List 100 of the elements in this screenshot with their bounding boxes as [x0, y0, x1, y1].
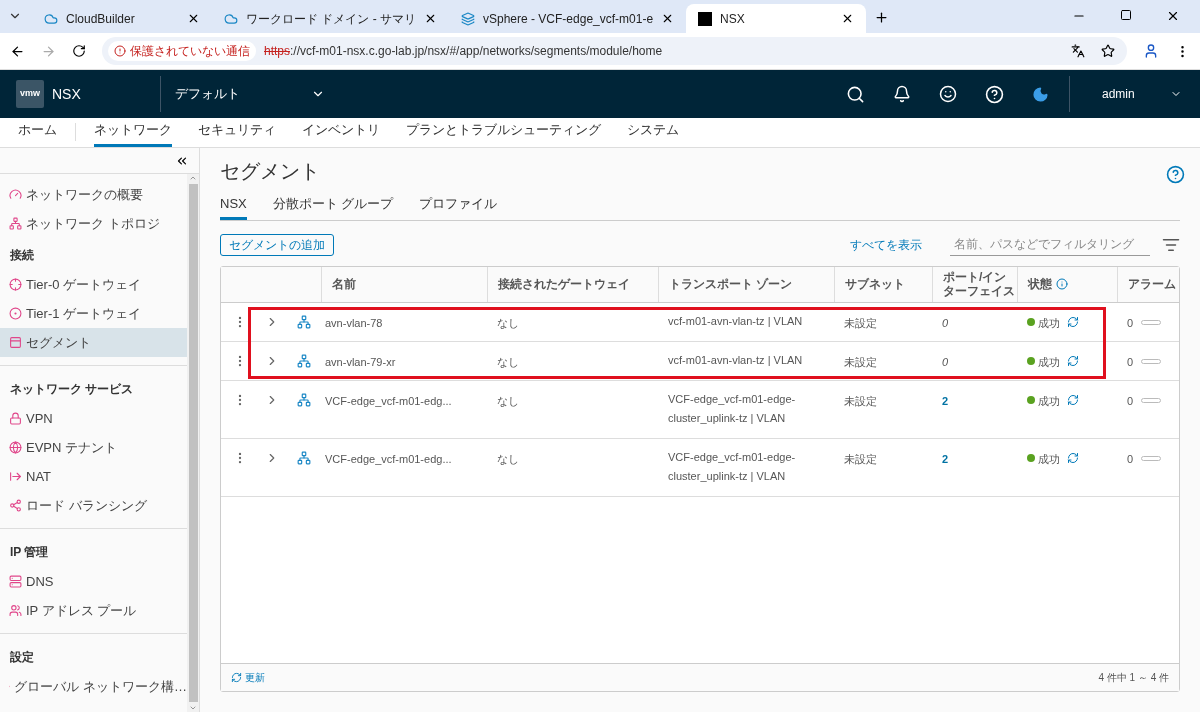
table-row[interactable]: VCF-edge_vcf-m01-edg... なし VCF-edge_vcf-m01-edge-cluster_uplink-tz | VLAN 未設定 2 成功 0	[221, 438, 1179, 497]
sidebar-item[interactable]: NAT	[0, 462, 187, 491]
nav-tab[interactable]: インベントリ	[302, 119, 380, 147]
status-text: 成功	[1038, 393, 1060, 409]
section-title: 接続	[9, 247, 35, 264]
table-cell: 0	[942, 355, 949, 368]
scroll-up-icon[interactable]	[189, 174, 197, 182]
table-cell: なし	[497, 394, 519, 407]
ports-link[interactable]: 2	[942, 452, 949, 465]
refresh-icon	[231, 672, 242, 683]
product-name: NSX	[52, 84, 82, 104]
sidebar-item[interactable]: ネットワークの概要	[0, 180, 187, 209]
table-cell: なし	[497, 452, 519, 465]
sidebar-item[interactable]: DNS	[0, 567, 187, 596]
page-tab[interactable]: プロファイル	[419, 192, 498, 220]
sidebar-item[interactable]: EVPN テナント	[0, 433, 187, 462]
sidebar-item[interactable]: ネットワーク トポロジ	[0, 209, 187, 238]
user-menu[interactable]: admin	[1070, 85, 1200, 103]
sidebar-item[interactable]: Tier-1 ゲートウェイ	[0, 299, 187, 328]
tab-title: ワークロード ドメイン - サマリ	[246, 10, 416, 28]
security-warning[interactable]: 保護されていない通信	[108, 41, 256, 61]
close-icon[interactable]	[1166, 9, 1180, 23]
segment-icon	[297, 314, 311, 329]
column-header: アラーム	[1128, 276, 1176, 293]
cloud-icon	[224, 11, 238, 26]
table-cell: なし	[497, 355, 519, 368]
page-title: セグメント	[220, 159, 320, 184]
info-icon[interactable]	[1056, 278, 1068, 290]
column-header: トランスポート ゾーン	[669, 276, 793, 293]
back-icon[interactable]	[10, 43, 25, 59]
table-cell-text: 0	[1127, 451, 1134, 467]
url-text: https://vcf-m01-nsx.c.go-lab.jp/nsx/#/app/networks/segments/module/home	[264, 43, 663, 60]
page-tab[interactable]: NSX	[220, 192, 247, 220]
table-cell: VCF-edge_vcf-m01-edg...	[325, 394, 452, 407]
smiley-icon[interactable]	[939, 85, 957, 103]
table-cell: 未設定	[844, 355, 877, 368]
bell-icon[interactable]	[893, 85, 911, 103]
sidebar-item[interactable]: VPN	[0, 404, 187, 433]
nav-tab[interactable]: ホーム	[18, 119, 57, 147]
section-title: 設定	[9, 649, 35, 666]
ports-link[interactable]: 2	[942, 394, 949, 407]
refresh-icon[interactable]	[1067, 354, 1079, 367]
translate-icon[interactable]	[1071, 44, 1085, 58]
cloud-icon	[44, 11, 58, 26]
sidebar-item[interactable]: IP アドレス プール	[0, 596, 187, 625]
segment-icon	[297, 353, 311, 368]
close-icon[interactable]	[424, 12, 437, 25]
refresh-button[interactable]: 更新	[231, 670, 265, 685]
warning-icon	[114, 45, 126, 57]
filter-field[interactable]: 名前、パスなどでフィルタリング	[950, 233, 1150, 256]
browser-tab[interactable]: NSX	[686, 4, 867, 33]
sidebar-item[interactable]: セグメント	[0, 328, 187, 357]
table-cell-text: VCF-edge_vcf-m01-edge-cluster_uplink-tz | VLAN	[668, 391, 797, 426]
sidebar-item[interactable]: グローバル ネットワーク構…	[0, 672, 187, 701]
table-cell: 未設定	[844, 452, 877, 465]
browser-tab[interactable]: ワークロード ドメイン - サマリ	[212, 4, 449, 33]
nsx-favicon-icon	[698, 11, 713, 26]
maximize-icon[interactable]	[1120, 9, 1132, 21]
sidebar-item[interactable]: ロード バランシング	[0, 491, 187, 520]
project-dropdown[interactable]: デフォルト	[175, 84, 325, 104]
refresh-icon[interactable]	[1067, 393, 1079, 406]
add-segment-button[interactable]: セグメントの追加	[220, 233, 334, 256]
refresh-icon[interactable]	[1067, 451, 1079, 464]
page-tab[interactable]: 分散ポート グループ	[272, 192, 394, 220]
browser-tab[interactable]: CloudBuilder	[32, 4, 212, 33]
table-cell: 0	[942, 316, 949, 329]
moon-icon[interactable]	[1032, 85, 1049, 103]
table-cell: 未設定	[844, 316, 877, 329]
nav-tab[interactable]: システム	[627, 119, 679, 147]
tab-title: CloudBuilder	[66, 10, 136, 28]
refresh-icon[interactable]	[1067, 315, 1079, 328]
nav-tab[interactable]: セキュリティ	[198, 119, 276, 147]
table-row[interactable]: VCF-edge_vcf-m01-edg... なし VCF-edge_vcf-m01-edge-cluster_uplink-tz | VLAN 未設定 2 成功 0	[221, 380, 1179, 439]
profile-icon[interactable]	[1143, 43, 1159, 59]
column-header: 状態	[1028, 276, 1052, 293]
new-tab-icon[interactable]	[874, 10, 890, 25]
table-cell: avn-vlan-79-xr	[325, 355, 396, 368]
table-cell-text: 0	[1127, 393, 1134, 409]
table-cell-text: VCF-edge_vcf-m01-edge-cluster_uplink-tz | VLAN	[668, 449, 797, 484]
table-row[interactable]: avn-vlan-78 なし vcf-m01-avn-vlan-tz | VLAN 未設定 0 成功 0	[221, 302, 1179, 342]
bookmark-icon[interactable]	[1101, 44, 1115, 58]
table-row[interactable]: avn-vlan-79-xr なし vcf-m01-avn-vlan-tz | VLAN 未設定 0 成功 0	[221, 341, 1179, 381]
address-bar[interactable]: 保護されていない通信 https://vcf-m01-nsx.c.go-lab.jp/nsx/#/app/networks/segments/module/home	[102, 37, 1127, 65]
scrollbar[interactable]	[187, 174, 199, 712]
browser-tab[interactable]: vSphere - VCF-edge_vcf-m01-e	[449, 4, 687, 33]
table-cell-text: vcf-m01-avn-vlan-tz | VLAN	[668, 352, 804, 368]
tab-title: NSX	[720, 10, 746, 28]
segment-icon	[297, 450, 311, 465]
table-cell-text: 0	[1127, 354, 1134, 370]
show-all-link[interactable]: すべてを表示	[850, 235, 922, 254]
column-header: サブネット	[845, 276, 905, 293]
close-icon[interactable]	[187, 12, 200, 25]
sidebar-item[interactable]: Tier-0 ゲートウェイ	[0, 270, 187, 299]
nav-tab[interactable]: プランとトラブルシューティング	[406, 119, 601, 147]
table-cell: なし	[497, 316, 519, 329]
column-header: 名前	[332, 276, 356, 293]
search-icon[interactable]	[846, 84, 865, 104]
reload-icon[interactable]	[72, 44, 86, 58]
table-cell-text: vcf-m01-avn-vlan-tz | VLAN	[668, 313, 804, 329]
scroll-down-icon[interactable]	[189, 704, 197, 712]
